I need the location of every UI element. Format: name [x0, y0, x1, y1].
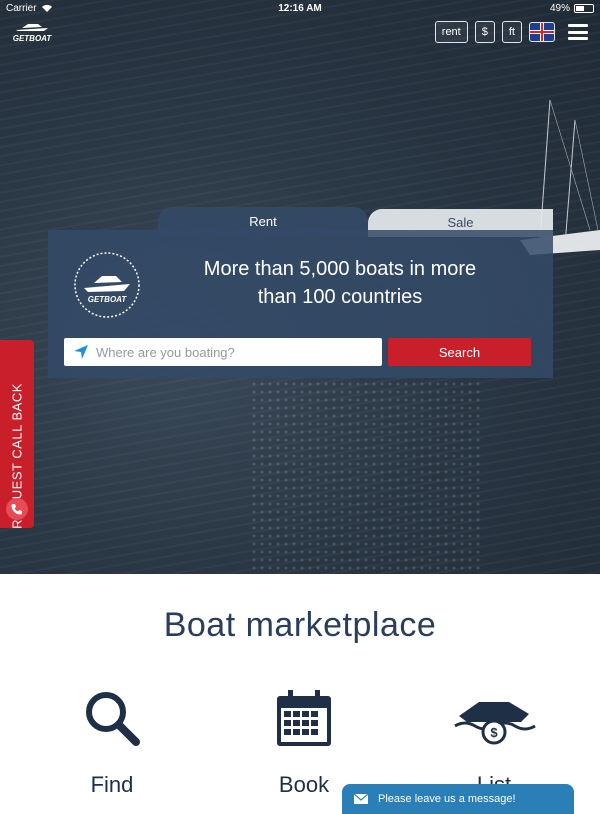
calendar-icon [277, 690, 331, 746]
envelope-icon [354, 794, 368, 804]
feature-find[interactable]: Find [52, 688, 172, 798]
yacht-logo-icon [16, 24, 48, 31]
boat-money-icon: $ [454, 702, 536, 745]
chat-label: Please leave us a message! [378, 793, 516, 805]
carrier-label: Carrier [6, 3, 37, 14]
search-headline: More than 5,000 boats in more than 100 c… [160, 255, 520, 311]
feature-label-find: Find [90, 772, 134, 797]
getboat-badge-icon: GETBOAT [74, 252, 140, 318]
clock: 12:16 AM [278, 3, 322, 14]
marketplace-title: Boat marketplace [163, 606, 437, 644]
search-field[interactable] [64, 338, 382, 366]
battery-icon [574, 4, 594, 13]
hamburger-menu-icon[interactable] [568, 24, 588, 40]
headline-line-1: More than 5,000 boats in more [203, 258, 477, 280]
phone-icon [6, 498, 28, 520]
chat-widget[interactable]: Please leave us a message! [342, 784, 574, 814]
logo-text: GETBOAT [12, 34, 52, 43]
water-sparkle [250, 380, 480, 574]
rent-toggle-button[interactable]: rent [434, 21, 468, 43]
getboat-logo[interactable]: GETBOAT [12, 22, 52, 43]
language-flag-icon[interactable] [529, 22, 555, 42]
header-controls: rent $ ft [434, 21, 588, 43]
badge-logo-text: GETBOAT [88, 295, 128, 304]
headline-line-2: than 100 countries [257, 286, 423, 308]
search-button[interactable]: Search [388, 338, 531, 366]
battery-percent: 49% [549, 3, 570, 14]
feature-list[interactable]: $ List [434, 688, 554, 798]
wifi-icon [41, 4, 52, 12]
currency-button[interactable]: $ [474, 21, 495, 43]
svg-text:$: $ [490, 725, 498, 740]
search-input[interactable] [94, 343, 368, 361]
feature-book[interactable]: Book [244, 688, 364, 798]
units-button[interactable]: ft [501, 21, 522, 43]
location-arrow-icon [74, 345, 88, 359]
status-bar: Carrier 12:16 AM 49% [0, 0, 600, 17]
magnifier-icon [86, 692, 140, 746]
request-callback-button[interactable]: REQUEST CALL BACK [0, 340, 34, 529]
